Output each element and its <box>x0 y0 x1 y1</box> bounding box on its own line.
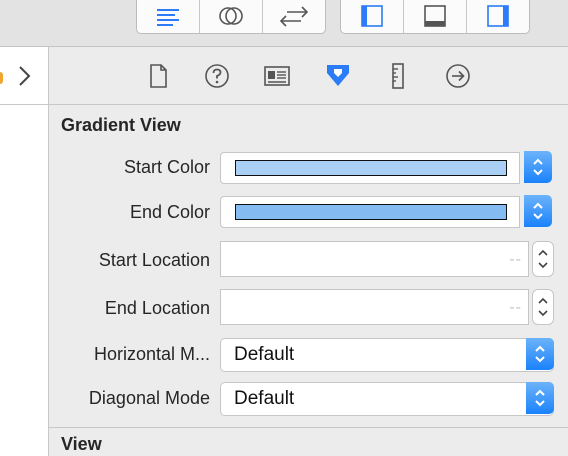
panel-segmented-control <box>340 0 530 34</box>
file-icon <box>150 64 167 88</box>
start-color-popup-button[interactable] <box>524 151 552 183</box>
horizontal-mode-popup-arrow[interactable] <box>526 338 554 370</box>
start-location-stepper[interactable] <box>532 241 554 277</box>
section-divider <box>49 427 568 428</box>
start-color-label: Start Color <box>123 157 210 177</box>
panel-right-icon <box>487 4 509 27</box>
toggle-navigator-button[interactable] <box>341 0 404 33</box>
editor-segmented-control <box>136 0 326 34</box>
inspector-tab-bar <box>49 47 568 105</box>
chevron-up-down-icon <box>535 389 545 407</box>
chevron-up-down-icon <box>533 158 543 176</box>
section-title-view: View <box>61 434 102 454</box>
help-icon <box>205 64 229 88</box>
panel-bottom-icon <box>424 4 446 27</box>
diagonal-mode-label: Diagonal Mode <box>88 388 210 408</box>
chevron-right-icon <box>19 65 31 86</box>
swap-arrows-icon <box>279 5 309 27</box>
diagonal-mode-popup-arrow[interactable] <box>526 382 554 414</box>
end-location-stepper[interactable] <box>532 289 554 325</box>
end-color-label: End Color <box>129 202 210 222</box>
tab-size-inspector[interactable] <box>383 61 413 91</box>
tab-quick-help[interactable] <box>202 61 232 91</box>
version-editor-button[interactable] <box>263 0 325 33</box>
editor-area <box>0 47 49 456</box>
tab-attributes-inspector[interactable] <box>323 61 353 91</box>
chevron-up-down-icon <box>533 202 543 220</box>
start-location-label: Start Location <box>98 250 210 270</box>
warning-marker <box>0 72 3 84</box>
tab-file-inspector[interactable] <box>143 61 173 91</box>
horizontal-mode-popup[interactable]: Default <box>220 338 554 372</box>
toggle-utilities-button[interactable] <box>467 0 529 33</box>
start-color-swatch <box>235 160 507 176</box>
connections-icon <box>446 64 470 88</box>
align-left-icon <box>157 8 179 26</box>
start-color-well[interactable] <box>220 152 520 184</box>
overlap-circles-icon <box>219 6 243 25</box>
start-location-placeholder: -- <box>509 251 522 268</box>
toolbar <box>0 0 568 47</box>
toggle-debug-area-button[interactable] <box>404 0 467 33</box>
chevron-up-down-icon <box>535 345 545 363</box>
end-location-field[interactable]: -- <box>220 289 529 325</box>
end-location-label: End Location <box>104 298 210 318</box>
attributes-icon <box>327 65 349 86</box>
standard-editor-button[interactable] <box>137 0 200 33</box>
size-icon <box>392 63 404 89</box>
stepper-arrows-icon <box>538 297 548 317</box>
horizontal-mode-label: Horizontal M... <box>93 344 210 364</box>
diagonal-mode-value: Default <box>234 388 295 409</box>
end-color-well[interactable] <box>220 196 520 228</box>
tab-identity-inspector[interactable] <box>262 61 292 91</box>
panel-left-icon <box>361 4 383 27</box>
diagonal-mode-popup[interactable]: Default <box>220 382 554 416</box>
horizontal-mode-value: Default <box>234 344 295 365</box>
end-color-swatch <box>235 204 507 220</box>
end-location-placeholder: -- <box>509 299 522 316</box>
end-color-popup-button[interactable] <box>524 195 552 227</box>
tab-connections-inspector[interactable] <box>443 61 473 91</box>
identity-icon <box>264 66 290 86</box>
jump-bar-forward[interactable] <box>0 47 48 105</box>
section-title-gradient-view: Gradient View <box>61 115 181 135</box>
assistant-editor-button[interactable] <box>200 0 263 33</box>
stepper-arrows-icon <box>538 249 548 269</box>
start-location-field[interactable]: -- <box>220 241 529 277</box>
